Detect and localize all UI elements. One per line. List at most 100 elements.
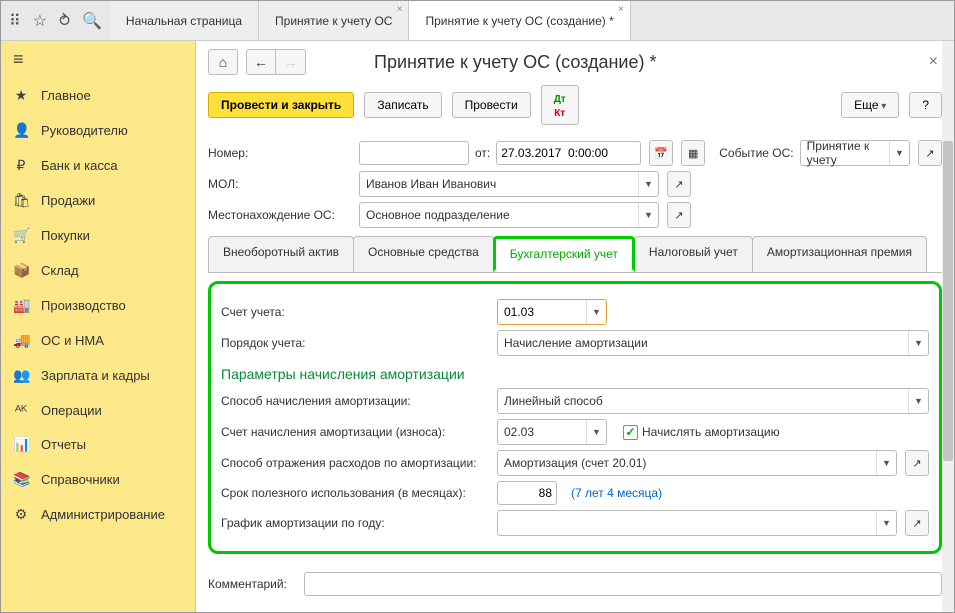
forward-button[interactable]: →	[276, 49, 306, 75]
manager-icon: 👤	[13, 122, 29, 139]
save-button[interactable]: Записать	[364, 92, 441, 118]
open-icon[interactable]: ↗	[905, 510, 929, 536]
account-select[interactable]: ▼	[497, 299, 607, 325]
sidebar-item-hr[interactable]: 👥Зарплата и кадры	[1, 358, 195, 393]
more-button[interactable]: Еще	[841, 92, 899, 118]
home-button[interactable]: ⌂	[208, 49, 238, 75]
number-input[interactable]	[359, 141, 469, 165]
sidebar-item-label: Банк и касса	[41, 158, 118, 173]
open-icon[interactable]: ↗	[667, 171, 691, 197]
mol-label: МОЛ:	[208, 177, 353, 191]
sidebar-item-bank[interactable]: ₽ Банк и касса	[1, 148, 195, 183]
close-icon[interactable]: ×	[618, 4, 624, 15]
schedule-select[interactable]: ▼	[497, 510, 897, 536]
tab-doc1[interactable]: Принятие к учету ОС ×	[259, 1, 409, 40]
close-button[interactable]: ×	[925, 49, 942, 75]
sidebar-item-main[interactable]: ★Главное	[1, 78, 195, 113]
account-label: Счет учета:	[221, 305, 491, 319]
sidebar-item-production[interactable]: 🏭 Производство	[1, 288, 195, 323]
expense-select[interactable]: Амортизация (счет 20.01)▼	[497, 450, 897, 476]
sidebar-item-manager[interactable]: 👤 Руководителю	[1, 113, 195, 148]
tab-noncurrent[interactable]: Внеоборотный актив	[208, 236, 354, 272]
chevron-down-icon[interactable]: ▼	[908, 389, 928, 413]
loc-label: Местонахождение ОС:	[208, 208, 353, 222]
sidebar-item-operations[interactable]: ᴬᴷОперации	[1, 393, 195, 427]
tab-fixed-assets[interactable]: Основные средства	[353, 236, 494, 272]
order-select[interactable]: Начисление амортизации▼	[497, 330, 929, 356]
gear-icon: ⚙	[13, 506, 29, 523]
sidebar-item-reports[interactable]: 📊 Отчеты	[1, 427, 195, 462]
back-button[interactable]: ←	[246, 49, 276, 75]
sidebar-item-label: Производство	[41, 298, 126, 313]
life-hint: (7 лет 4 месяца)	[571, 486, 662, 500]
hamburger-icon[interactable]: ≡	[1, 41, 195, 78]
chevron-down-icon[interactable]: ▼	[908, 331, 928, 355]
order-label: Порядок учета:	[221, 336, 491, 350]
chevron-down-icon[interactable]: ▼	[638, 203, 658, 227]
sidebar-item-sales[interactable]: 🛍Продажи	[1, 183, 195, 218]
method-select[interactable]: Линейный способ▼	[497, 388, 929, 414]
scrollbar[interactable]	[942, 41, 954, 612]
depreciate-checkbox[interactable]: ✓Начислять амортизацию	[623, 425, 780, 440]
tab-home[interactable]: Начальная страница	[110, 1, 259, 40]
history-icon[interactable]: ⥁	[59, 11, 70, 31]
loc-select[interactable]: Основное подразделение▼	[359, 202, 659, 228]
tab-tax[interactable]: Налоговый учет	[634, 236, 753, 272]
people-icon: 👥	[13, 367, 29, 384]
post-button[interactable]: Провести	[452, 92, 531, 118]
star-icon[interactable]: ☆	[33, 11, 47, 31]
sidebar-item-label: Справочники	[41, 472, 120, 487]
chevron-down-icon[interactable]: ▼	[876, 451, 896, 475]
sidebar-item-refs[interactable]: 📚Справочники	[1, 462, 195, 497]
sidebar-item-purchases[interactable]: 🛒 Покупки	[1, 218, 195, 253]
movements-button[interactable]: ДтКт	[541, 85, 579, 125]
chevron-down-icon[interactable]: ▼	[876, 511, 896, 535]
sidebar-item-label: Покупки	[41, 228, 90, 243]
tab-premium[interactable]: Амортизационная премия	[752, 236, 927, 272]
sidebar-item-label: Операции	[41, 403, 102, 418]
highlighted-section: Счет учета: ▼ Порядок учета: Начисление …	[208, 281, 942, 554]
close-icon[interactable]: ×	[397, 4, 403, 15]
open-icon[interactable]: ↗	[667, 202, 691, 228]
comment-input[interactable]	[304, 572, 942, 596]
event-select[interactable]: Принятие к учету▼	[800, 140, 910, 166]
sidebar-item-label: Отчеты	[41, 437, 86, 452]
chart-icon: 📊	[13, 436, 29, 453]
method-label: Способ начисления амортизации:	[221, 394, 491, 408]
sidebar-item-assets[interactable]: 🚚ОС и НМА	[1, 323, 195, 358]
mol-select[interactable]: Иванов Иван Иванович▼	[359, 171, 659, 197]
cart-icon: 🛒	[13, 227, 29, 244]
life-input[interactable]	[497, 481, 557, 505]
apps-icon[interactable]: ⠿	[9, 11, 21, 31]
ruble-icon: ₽	[13, 157, 29, 174]
tab-doc2[interactable]: Принятие к учету ОС (создание) *×	[409, 1, 630, 40]
tab-accounting[interactable]: Бухгалтерский учет	[493, 236, 635, 272]
tab-label: Принятие к учету ОС	[275, 14, 392, 28]
chevron-down-icon[interactable]: ▼	[638, 172, 658, 196]
open-icon[interactable]: ↗	[905, 450, 929, 476]
calendar-icon[interactable]: 📅	[649, 140, 673, 166]
from-label: от:	[475, 146, 490, 160]
search-icon[interactable]: 🔍	[82, 11, 102, 31]
chevron-down-icon[interactable]: ▼	[586, 420, 606, 444]
chevron-down-icon[interactable]: ▼	[889, 141, 909, 165]
sidebar-item-warehouse[interactable]: 📦Склад	[1, 253, 195, 288]
comment-label: Комментарий:	[208, 577, 298, 591]
sidebar-item-label: Руководителю	[41, 123, 128, 138]
open-icon[interactable]: ↗	[918, 140, 942, 166]
account-input[interactable]	[504, 305, 580, 319]
post-close-button[interactable]: Провести и закрыть	[208, 92, 354, 118]
date-input[interactable]	[496, 141, 641, 165]
sidebar-item-label: Продажи	[41, 193, 95, 208]
page-title: Принятие к учету ОС (создание) *	[374, 52, 657, 73]
list-icon[interactable]: ▦	[681, 140, 705, 166]
scroll-thumb[interactable]	[943, 141, 953, 461]
chevron-down-icon[interactable]: ▼	[586, 300, 606, 324]
star-icon: ★	[13, 87, 29, 104]
help-button[interactable]: ?	[909, 92, 942, 118]
factory-icon: 🏭	[13, 297, 29, 314]
depacct-select[interactable]: 02.03▼	[497, 419, 607, 445]
expense-label: Способ отражения расходов по амортизации…	[221, 456, 491, 470]
sidebar-item-admin[interactable]: ⚙Администрирование	[1, 497, 195, 532]
event-label: Событие ОС:	[719, 146, 793, 160]
